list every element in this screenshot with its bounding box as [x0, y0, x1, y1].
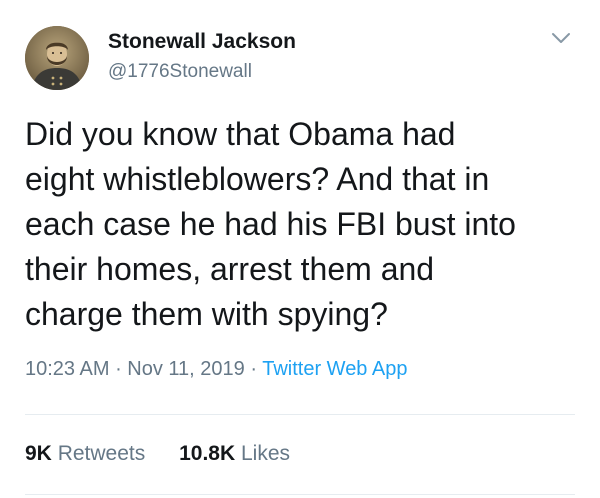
tweet-text: Did you know that Obama had eight whistl…: [25, 116, 516, 332]
source-link[interactable]: Twitter Web App: [262, 358, 407, 380]
retweets-count: 9K: [25, 442, 52, 465]
divider: [25, 414, 575, 415]
engagement-stats: 9K Retweets 10.8K Likes: [25, 442, 318, 466]
meta-separator: ·: [244, 358, 263, 380]
tweet-card: Stonewall Jackson @1776Stonewall Did you…: [0, 0, 600, 498]
display-name[interactable]: Stonewall Jackson: [108, 30, 296, 54]
tweet-date[interactable]: Nov 11, 2019: [127, 358, 245, 380]
tweet-meta: 10:23 AM · Nov 11, 2019 · Twitter Web Ap…: [25, 358, 407, 381]
retweets-stat[interactable]: 9K Retweets: [25, 442, 145, 465]
user-handle[interactable]: @1776Stonewall: [108, 61, 252, 83]
likes-stat[interactable]: 10.8K Likes: [179, 442, 290, 465]
meta-separator: ·: [109, 358, 128, 380]
chevron-down-icon[interactable]: [547, 26, 575, 50]
retweets-label: Retweets: [57, 442, 146, 465]
tweet-time[interactable]: 10:23 AM: [25, 358, 110, 380]
avatar[interactable]: [25, 26, 89, 90]
likes-label: Likes: [240, 442, 291, 465]
divider: [25, 494, 575, 495]
likes-count: 10.8K: [179, 442, 236, 465]
portrait-icon: [25, 26, 89, 90]
